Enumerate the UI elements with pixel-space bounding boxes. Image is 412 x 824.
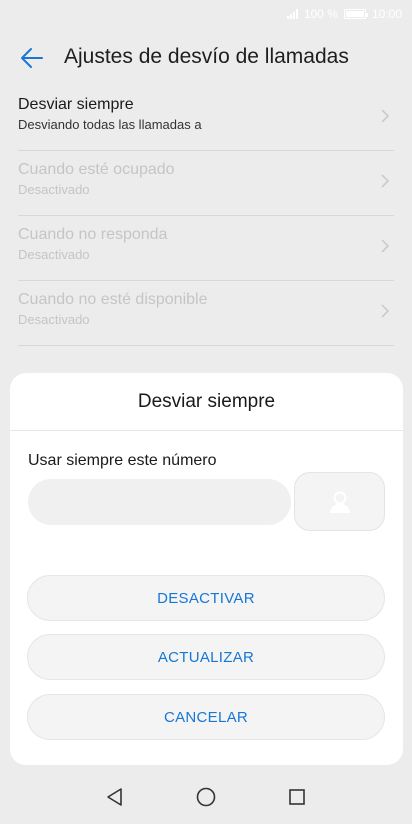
contact-picker-button[interactable] [294,472,385,531]
list-item-unreachable[interactable]: Cuando no esté disponible Desactivado [18,281,394,346]
app-bar: Ajustes de desvío de llamadas [0,34,412,80]
system-nav-bar [0,770,412,824]
chevron-right-icon [381,109,390,123]
chevron-right-icon [381,304,390,318]
page-title: Ajustes de desvío de llamadas [64,45,349,68]
list-item-title: Desviar siempre [18,96,134,113]
chevron-right-icon [381,239,390,253]
list-item-no-answer[interactable]: Cuando no responda Desactivado [18,216,394,281]
circle-home-icon[interactable] [195,786,217,808]
forward-options-list: Desviar siempre Desviando todas las llam… [18,86,394,346]
list-item-when-busy[interactable]: Cuando esté ocupado Desactivado [18,151,394,216]
list-item-title: Cuando no esté disponible [18,291,208,308]
signal-icon [286,9,298,19]
list-item-subtitle: Desactivado [18,182,90,197]
update-button[interactable]: ACTUALIZAR [27,634,385,680]
deactivate-button[interactable]: DESACTIVAR [27,575,385,621]
list-item-title: Cuando esté ocupado [18,161,175,178]
status-bar: 100 % 10:00 [0,0,412,28]
number-field-label: Usar siempre este número [28,452,217,469]
phone-number-input[interactable] [28,479,291,525]
list-item-subtitle: Desactivado [18,312,90,327]
divider [10,430,403,431]
clock: 10:00 [371,7,402,21]
cancel-button[interactable]: CANCELAR [27,694,385,740]
list-item-subtitle: Desviando todas las llamadas a [18,117,202,132]
dialog-title: Desviar siempre [137,391,276,412]
triangle-back-icon[interactable] [104,786,126,808]
battery-percentage: 100 % [303,7,338,21]
contact-person-icon [329,490,350,513]
list-item-subtitle: Desactivado [18,247,90,262]
list-item-title: Cuando no responda [18,226,168,243]
forward-always-dialog: Desviar siempre Usar siempre este número… [10,373,403,765]
battery-icon [343,9,368,19]
chevron-right-icon [381,174,390,188]
list-item-always-forward[interactable]: Desviar siempre Desviando todas las llam… [18,86,394,151]
square-recents-icon[interactable] [286,786,308,808]
arrow-left-icon[interactable] [18,44,46,72]
